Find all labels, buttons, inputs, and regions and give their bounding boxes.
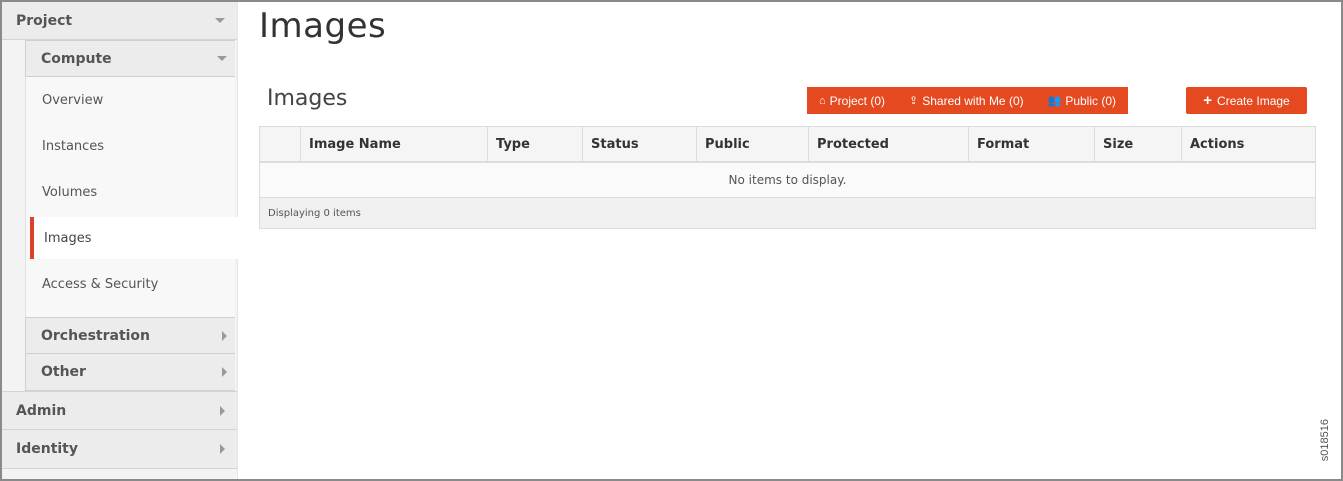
users-icon: 👥 [1047, 95, 1062, 107]
filter-public-button[interactable]: 👥 Public (0) [1035, 87, 1128, 114]
sidebar-identity-label: Identity [16, 441, 79, 457]
figure-code: s018516 [1319, 418, 1331, 461]
table-header: Image Name Type Status Public Protected … [260, 127, 1315, 163]
home-icon: ⌂ [819, 94, 826, 107]
sidebar-panel-compute[interactable]: Compute [25, 40, 235, 77]
section-title: Images [267, 86, 348, 111]
sidebar-panel-orchestration[interactable]: Orchestration [25, 317, 235, 354]
create-image-label: Create Image [1217, 93, 1290, 108]
sidebar-item-instances[interactable]: Instances [26, 123, 235, 169]
sidebar: Project Compute Overview Instances Volum… [2, 2, 240, 479]
sidebar-item-label: Overview [42, 92, 104, 108]
sidebar-admin-label: Admin [16, 402, 67, 419]
column-header-public[interactable]: Public [696, 127, 808, 161]
chevron-down-icon [215, 18, 225, 23]
sidebar-item-label: Volumes [42, 184, 98, 200]
share-icon: ⇪ [909, 95, 919, 107]
column-header-format[interactable]: Format [968, 127, 1094, 161]
page-title: Images [259, 6, 387, 46]
column-header-select[interactable] [260, 127, 300, 161]
empty-message: No items to display. [728, 173, 847, 187]
column-header-status[interactable]: Status [582, 127, 696, 161]
plus-icon: + [1203, 92, 1213, 109]
filter-project-button[interactable]: ⌂ Project (0) [807, 87, 898, 114]
image-filter-group: ⌂ Project (0) ⇪ Shared with Me (0) 👥 Pub… [807, 87, 1128, 114]
chevron-right-icon [220, 444, 225, 454]
column-header-size[interactable]: Size [1094, 127, 1181, 161]
filter-shared-button[interactable]: ⇪ Shared with Me (0) [897, 87, 1036, 114]
app-window: Project Compute Overview Instances Volum… [0, 0, 1343, 481]
filter-label: Project (0) [829, 93, 886, 108]
column-header-image-name[interactable]: Image Name [300, 127, 487, 161]
sidebar-item-images[interactable]: Images [30, 217, 240, 259]
column-header-actions: Actions [1181, 127, 1315, 161]
sidebar-item-label: Images [44, 230, 92, 246]
sidebar-panel-other[interactable]: Other [25, 354, 235, 391]
images-table: Image Name Type Status Public Protected … [259, 126, 1316, 229]
sidebar-project-label: Project [16, 12, 73, 29]
sidebar-dashboard-project[interactable]: Project [2, 2, 237, 40]
table-footer: Displaying 0 items [260, 198, 1315, 228]
sidebar-dashboard-admin[interactable]: Admin [2, 391, 237, 430]
sidebar-item-overview[interactable]: Overview [26, 77, 235, 123]
sidebar-dashboard-identity[interactable]: Identity [2, 430, 237, 469]
filter-label: Shared with Me (0) [922, 93, 1024, 108]
sidebar-item-volumes[interactable]: Volumes [26, 169, 235, 215]
sidebar-item-access-security[interactable]: Access & Security [26, 261, 235, 307]
table-empty-row: No items to display. [260, 163, 1315, 198]
column-header-protected[interactable]: Protected [808, 127, 968, 161]
sidebar-compute-items: Overview Instances Volumes Images Access… [25, 77, 240, 317]
chevron-down-icon [217, 56, 227, 61]
chevron-right-icon [222, 330, 227, 341]
item-count: Displaying 0 items [268, 207, 361, 219]
sidebar-orchestration-label: Orchestration [41, 327, 151, 344]
sidebar-item-label: Instances [42, 138, 105, 154]
column-header-type[interactable]: Type [487, 127, 582, 161]
create-image-button[interactable]: + Create Image [1186, 87, 1307, 114]
chevron-right-icon [222, 367, 227, 377]
sidebar-other-label: Other [41, 364, 86, 380]
filter-label: Public (0) [1065, 93, 1116, 108]
sidebar-compute-label: Compute [41, 50, 112, 67]
chevron-right-icon [220, 405, 225, 416]
sidebar-item-label: Access & Security [42, 276, 159, 292]
